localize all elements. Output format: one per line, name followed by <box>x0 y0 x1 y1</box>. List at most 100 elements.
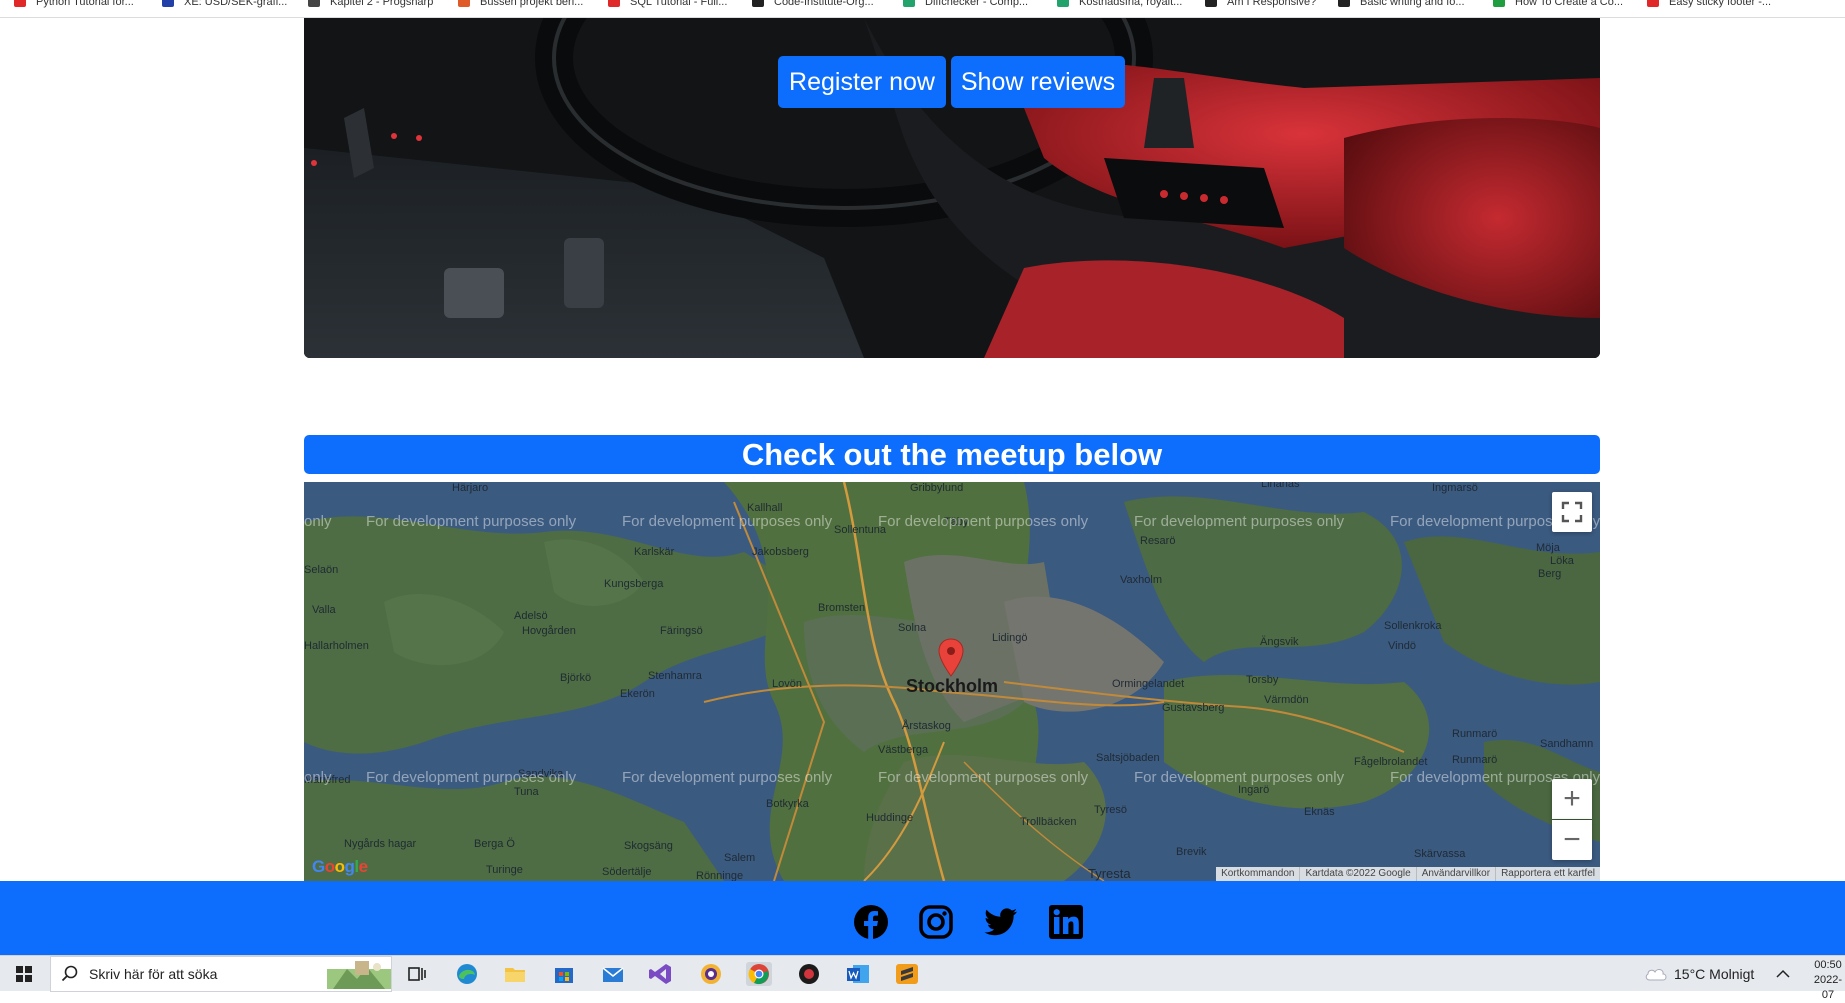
map-place-label: Vaxholm <box>1120 574 1162 586</box>
taskbar-app[interactable] <box>894 962 920 986</box>
map-place-label: Berga Ö <box>474 838 515 850</box>
map-place-label: Hovgården <box>522 625 576 637</box>
bookmark[interactable]: Code-Institute-Org... <box>752 0 874 9</box>
map-place-label: Årstaskog <box>902 720 951 732</box>
map-city-label: Stockholm <box>906 676 999 696</box>
map-place-label: Tyresta <box>1088 866 1131 881</box>
taskbar-search[interactable]: Skriv här för att söka <box>50 956 392 992</box>
store-icon <box>555 968 573 983</box>
map-place-label: Ekerön <box>620 688 655 700</box>
map-place-label: Nygårds hagar <box>344 838 417 850</box>
map-watermark: only <box>304 769 332 786</box>
start-button[interactable] <box>0 956 48 992</box>
taskbar-app[interactable] <box>551 962 577 986</box>
bookmark[interactable]: Diffchecker - Comp... <box>903 0 1028 9</box>
map-place-label: Botkyrka <box>766 798 809 810</box>
taskbar-app[interactable] <box>698 962 724 986</box>
bookmark[interactable]: Kostnadsfria, royalt... <box>1057 0 1182 9</box>
tray-overflow-button[interactable] <box>1776 956 1790 992</box>
map-place-label: Tyresö <box>1094 804 1128 816</box>
map-place-label: Gustavsberg <box>1162 702 1225 714</box>
bookmark[interactable]: XE: USD/SEK-grafi... <box>162 0 287 9</box>
map-place-label: Linanäs <box>1261 482 1300 490</box>
taskbar-app[interactable] <box>648 962 674 986</box>
facebook-icon <box>854 905 888 940</box>
bookmark[interactable]: Basic writing and fo... <box>1338 0 1465 9</box>
linkedin-icon <box>1049 905 1083 939</box>
map-watermark: For development purposes only <box>1134 769 1345 786</box>
map-place-label: Runmarö <box>1452 728 1498 740</box>
map-watermark: For development purposes only <box>622 769 833 786</box>
map-watermark: For development purposes only <box>1134 513 1345 530</box>
images-icon <box>1057 0 1069 7</box>
bookmark[interactable]: Easy sticky footer -... <box>1647 0 1771 9</box>
xe-icon <box>162 0 174 7</box>
taskbar-app[interactable] <box>454 962 480 986</box>
map-place-label: Gribbylund <box>910 482 964 494</box>
cloud-icon <box>1645 969 1667 981</box>
bookmark[interactable]: Python Tutorial för... <box>14 0 134 9</box>
youtube-icon <box>608 0 620 7</box>
taskbar-app[interactable] <box>845 962 871 986</box>
instagram-link[interactable] <box>918 904 954 940</box>
taskbar-app[interactable] <box>600 962 626 986</box>
github-icon <box>752 0 764 7</box>
map-place-label: Södertälje <box>602 866 652 878</box>
fullscreen-button[interactable] <box>1552 492 1592 532</box>
bookmark[interactable]: SQL Tutorial - Full... <box>608 0 727 9</box>
zoom-in-button[interactable]: + <box>1552 779 1592 819</box>
diffchecker-icon <box>903 0 915 7</box>
register-now-button[interactable]: Register now <box>778 56 946 108</box>
bookmark[interactable]: Kapitel 2 - Progsharp <box>308 0 433 9</box>
facebook-link[interactable] <box>853 904 889 940</box>
youtube-icon <box>14 0 26 7</box>
map-place-label: Valla <box>312 604 336 616</box>
meetup-map[interactable]: Härjaro Gribbylund Linanäs Ingmarsö Kall… <box>304 482 1600 881</box>
map-place-label: Brevik <box>1176 846 1207 858</box>
map-place-label: Solna <box>898 622 927 634</box>
search-icon <box>61 965 78 982</box>
map-place-label: Saltsjöbaden <box>1096 752 1160 764</box>
chevron-up-icon <box>1776 969 1790 978</box>
map-place-label: Härjaro <box>452 482 489 494</box>
taskbar-app[interactable] <box>796 962 822 986</box>
bookmark[interactable]: Bussen projekt beri... <box>458 0 583 9</box>
taskbar-task-view[interactable] <box>404 962 430 986</box>
map-place-label: Bromsten <box>818 602 866 614</box>
map-place-label: Björkö <box>560 672 592 684</box>
weather-widget[interactable]: 15°C Molnigt <box>1644 956 1754 992</box>
taskbar-app[interactable] <box>502 962 528 986</box>
map-place-label: Jakobsberg <box>752 546 809 558</box>
progsharp-icon <box>308 0 320 7</box>
fullscreen-icon <box>1561 501 1583 523</box>
map-place-label: Turinge <box>486 864 523 876</box>
map-place-label: Skärvassa <box>1414 848 1466 860</box>
bookmark[interactable]: Am I Responsive? <box>1205 0 1316 9</box>
map-place-label: Löka <box>1550 555 1574 567</box>
chrome-icon <box>748 964 769 985</box>
w3schools-icon <box>1493 0 1505 7</box>
windows-taskbar: Skriv här för att söka 15°C Molnigt 00:5… <box>0 955 1845 1001</box>
map-watermark: For development purposes only <box>878 769 1089 786</box>
twitter-link[interactable] <box>983 904 1019 940</box>
linkedin-link[interactable] <box>1048 904 1084 940</box>
zoom-out-button[interactable]: − <box>1552 820 1592 860</box>
app-icon <box>799 964 819 984</box>
report-map-error-link[interactable]: Rapportera ett kartfel <box>1495 867 1600 881</box>
map-place-label: Salem <box>724 852 756 864</box>
terms-link[interactable]: Användarvillkor <box>1415 867 1495 881</box>
mail-icon <box>602 967 624 982</box>
footer <box>0 881 1845 955</box>
keyboard-shortcuts-link[interactable]: Kortkommandon <box>1216 867 1299 881</box>
file-explorer-icon <box>505 968 525 982</box>
map-place-label: Eknäs <box>1304 806 1335 818</box>
map-place-label: Möja <box>1536 542 1560 554</box>
clock[interactable]: 00:50 2022-07 <box>1808 958 1845 1003</box>
taskbar-app[interactable] <box>746 962 772 986</box>
hero-banner: Register now Show reviews <box>304 18 1600 358</box>
map-place-label: Torsby <box>1246 674 1279 686</box>
bookmark[interactable]: How To Create a Co... <box>1493 0 1623 9</box>
map-watermark: For development purposes only <box>622 513 833 530</box>
show-reviews-button[interactable]: Show reviews <box>951 56 1125 108</box>
windows-icon <box>16 966 32 982</box>
